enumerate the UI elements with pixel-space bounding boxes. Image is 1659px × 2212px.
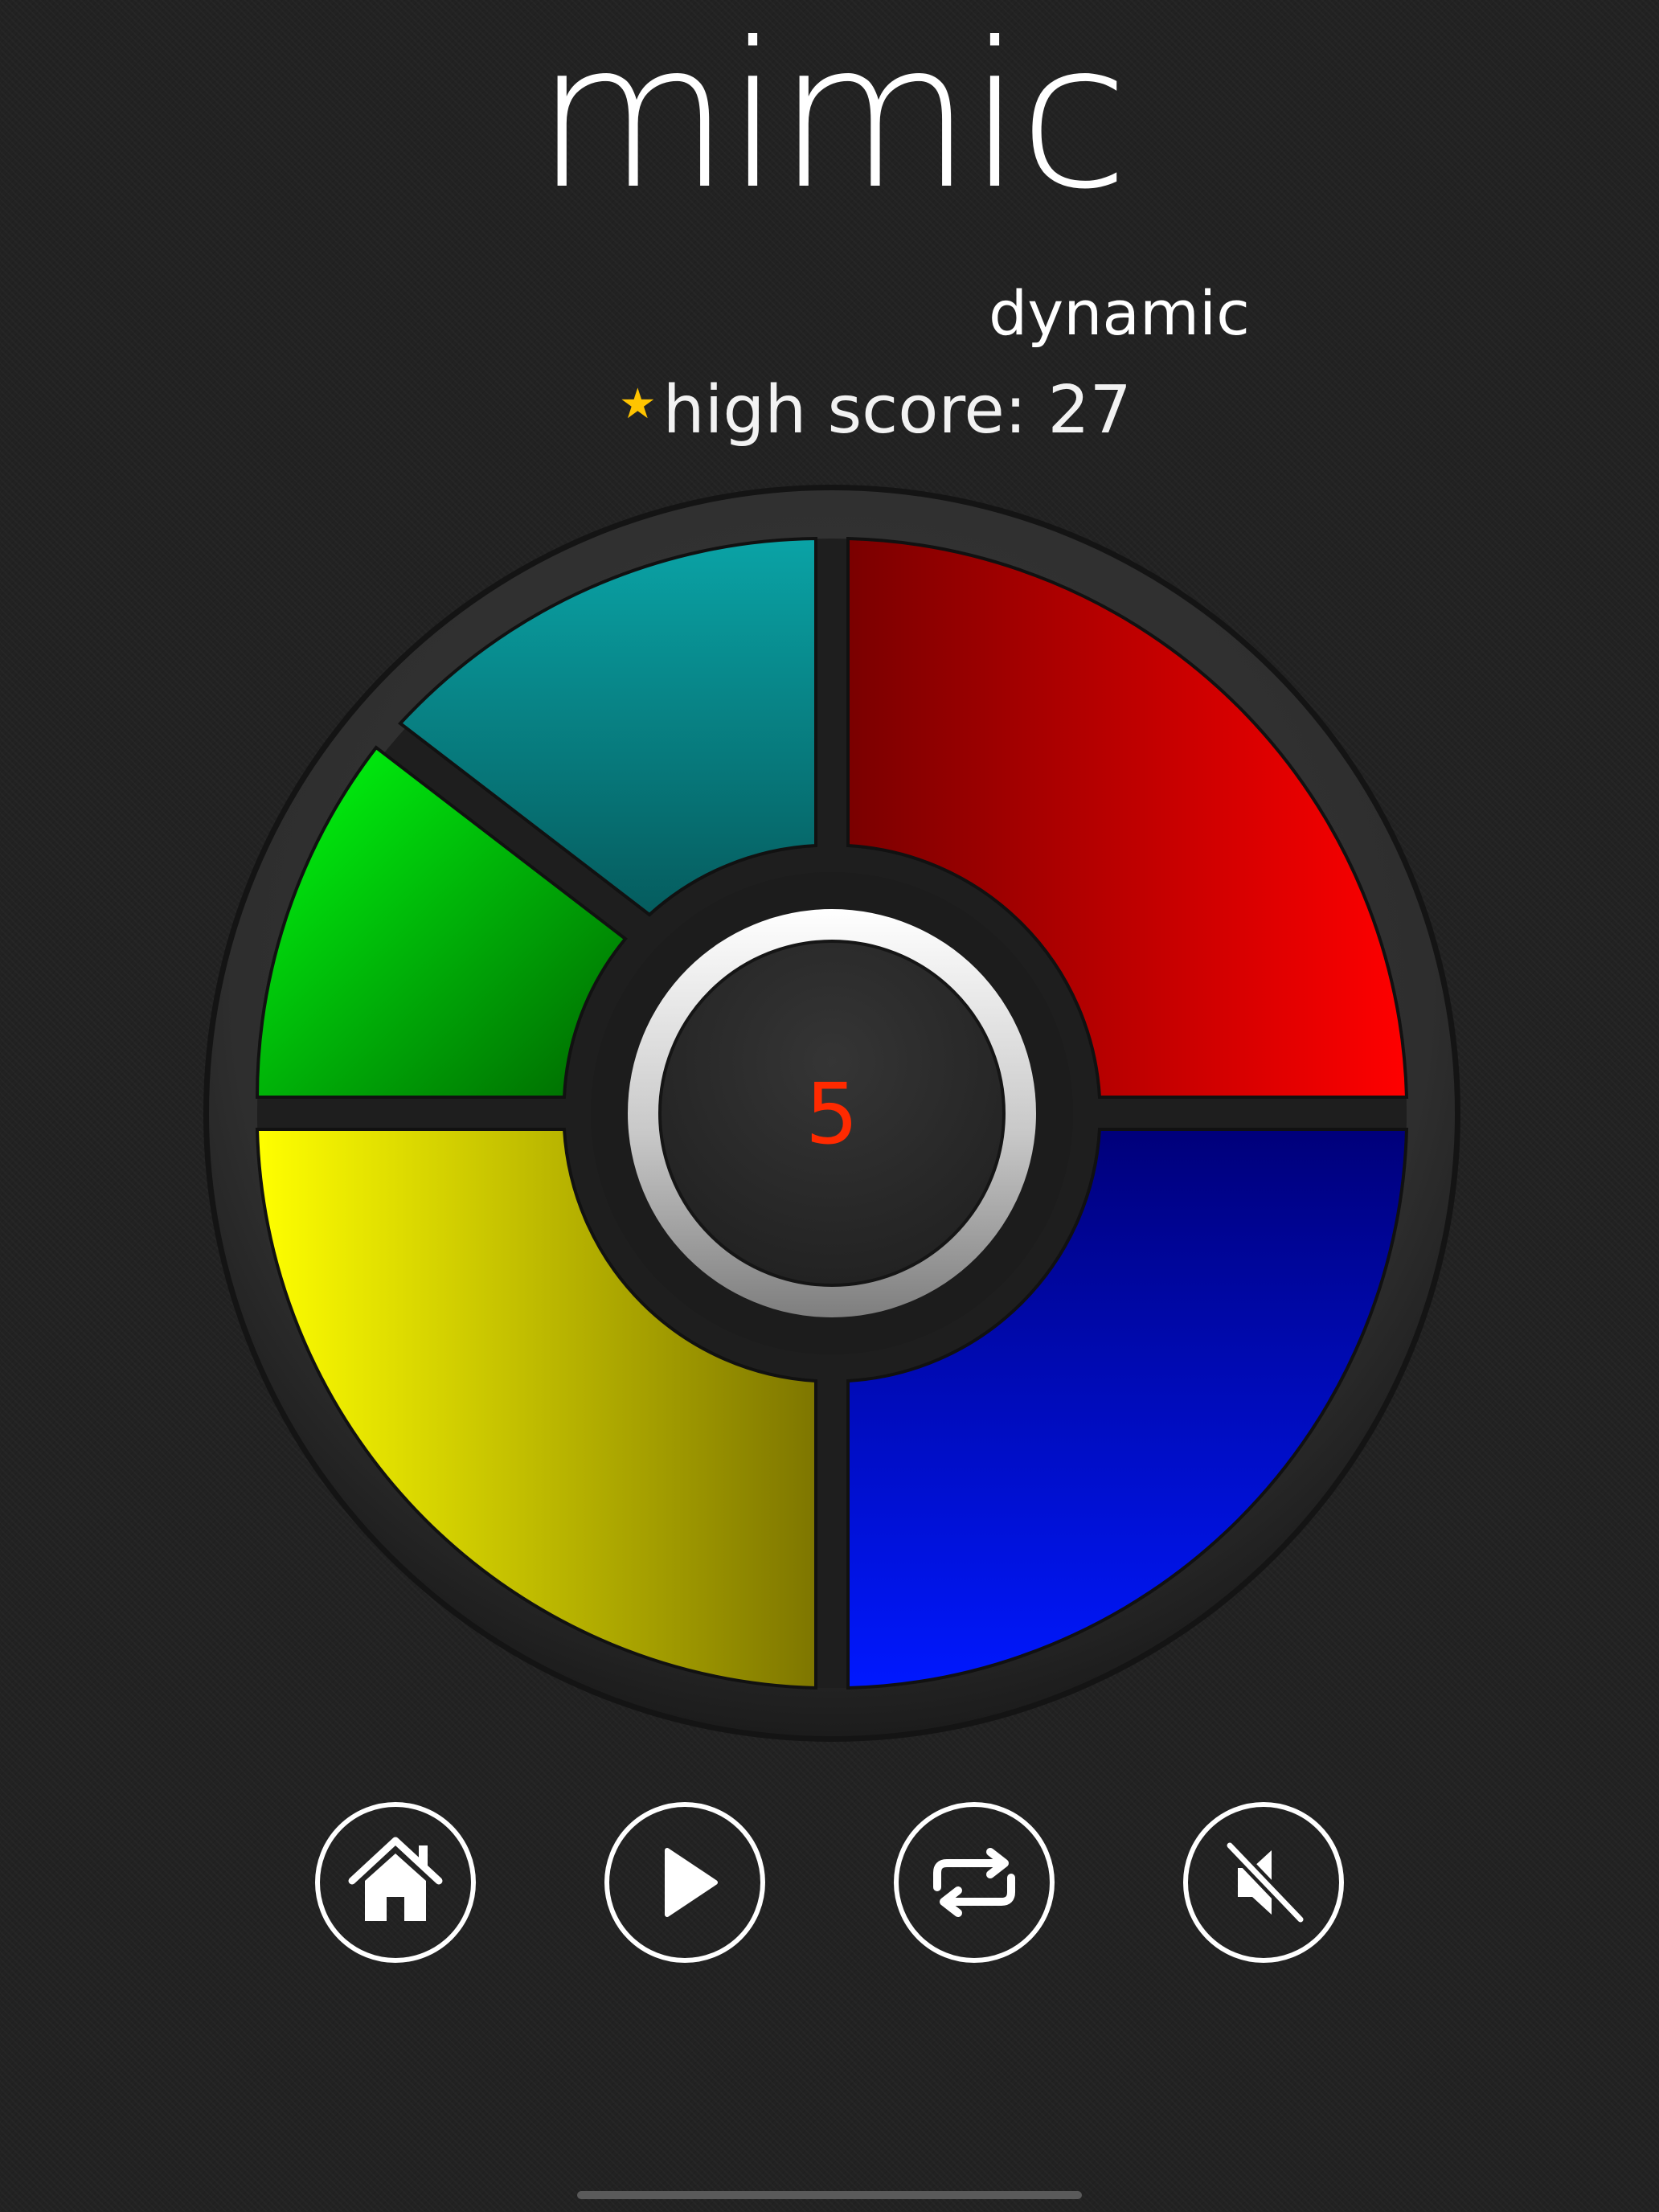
play-button[interactable] bbox=[604, 1802, 765, 1963]
home-button[interactable] bbox=[315, 1802, 476, 1963]
high-score-text: high score: 27 bbox=[662, 372, 1132, 449]
star-icon: ★ bbox=[619, 380, 657, 428]
repeat-icon bbox=[933, 1848, 1015, 1917]
home-indicator[interactable] bbox=[577, 2191, 1082, 2199]
game-board: 5 bbox=[203, 485, 1460, 1742]
home-icon bbox=[348, 1837, 443, 1921]
play-icon bbox=[665, 1848, 718, 1917]
game-title: mimic bbox=[535, 0, 1129, 233]
speaker-muted-icon bbox=[1223, 1839, 1307, 1926]
high-score: ★high score: 27 bbox=[619, 378, 1132, 444]
current-score: 5 bbox=[805, 1065, 858, 1163]
mute-button[interactable] bbox=[1183, 1802, 1344, 1963]
repeat-button[interactable] bbox=[894, 1802, 1055, 1963]
game-mode-label: dynamic bbox=[989, 277, 1250, 349]
